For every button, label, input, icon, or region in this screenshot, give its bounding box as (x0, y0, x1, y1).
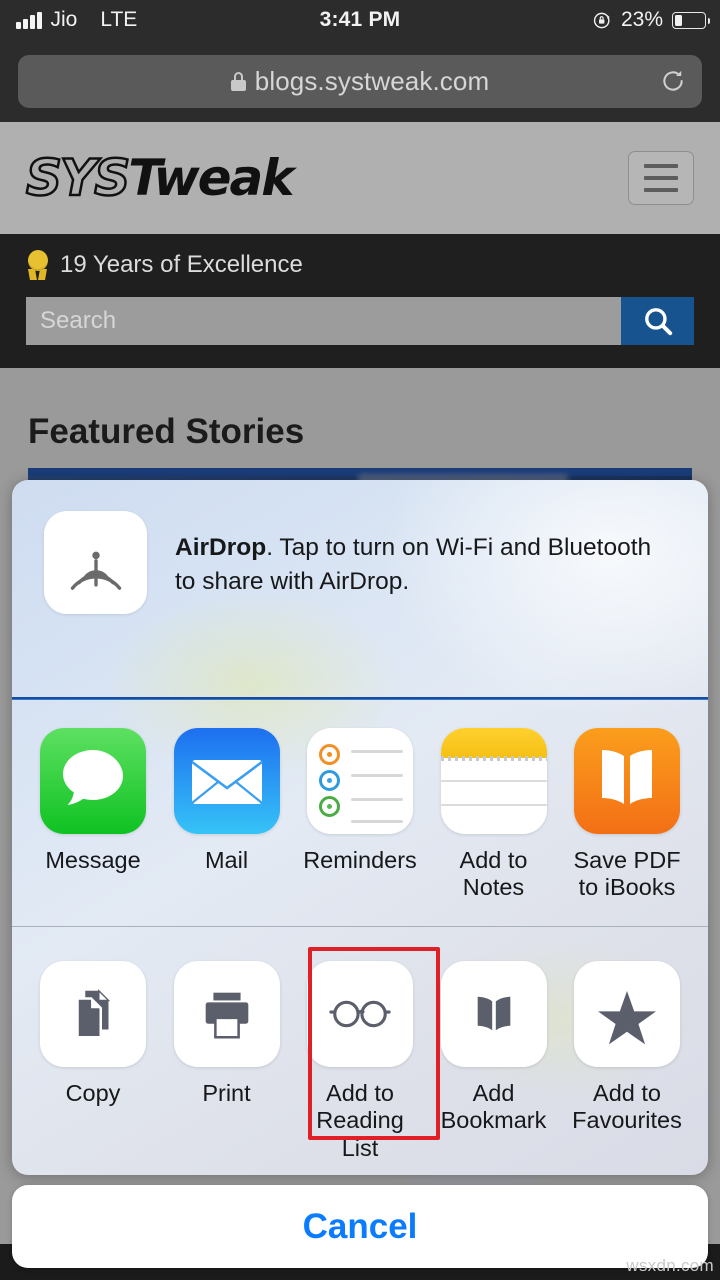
share-app-ibooks[interactable]: Save PDF to iBooks (564, 728, 690, 902)
systweak-logo[interactable]: SYSTweak (25, 152, 295, 205)
share-app-message[interactable]: Message (30, 728, 156, 874)
star-icon (574, 961, 680, 1067)
share-app-row: Message Mail Reminders Add to Notes Save… (12, 699, 708, 926)
airdrop-title: AirDrop (175, 534, 267, 561)
page-title: Featured Stories (28, 412, 305, 451)
share-action-bookmark[interactable]: Add Bookmark (431, 961, 557, 1135)
open-book-icon (440, 961, 547, 1067)
search-icon (644, 308, 672, 336)
medal-icon (26, 250, 50, 280)
browser-url-bar: blogs.systweak.com (0, 40, 720, 122)
share-app-reminders[interactable]: Reminders (297, 728, 423, 874)
battery-icon (672, 11, 710, 29)
share-action-label: Print (202, 1080, 251, 1106)
mail-app-icon (173, 728, 280, 834)
notes-app-icon (440, 728, 547, 834)
rotation-lock-icon (593, 12, 610, 28)
share-action-copy[interactable]: Copy (30, 961, 156, 1107)
printer-icon (173, 961, 280, 1067)
share-app-label: Add to Notes (459, 847, 528, 901)
phone-screen: Jio LTE 3:41 PM 23% blogs.systweak.com S… (0, 0, 720, 1280)
reminders-app-icon (307, 728, 413, 834)
hamburger-menu-icon[interactable] (628, 151, 694, 205)
share-app-label: Mail (204, 847, 249, 873)
share-app-label: Message (45, 847, 141, 873)
watermark: wsxdn.com (626, 1256, 714, 1275)
messages-app-icon (40, 728, 146, 834)
share-action-favourites[interactable]: Add to Favourites (564, 961, 690, 1135)
share-action-reading-list[interactable]: Add to Reading List (297, 961, 423, 1162)
share-app-label: Save PDF to iBooks (573, 847, 681, 901)
search-button[interactable] (621, 297, 694, 345)
copy-icon (40, 961, 146, 1067)
share-sheet: AirDrop. Tap to turn on Wi-Fi and Blueto… (12, 480, 708, 1175)
share-app-notes[interactable]: Add to Notes (431, 728, 557, 902)
search-bar (26, 297, 694, 345)
excellence-label: 19 Years of Excellence (60, 251, 303, 278)
airdrop-icon (44, 511, 147, 614)
share-action-label: Add to Favourites (572, 1080, 682, 1134)
url-text: blogs.systweak.com (254, 65, 490, 96)
status-bar-right: 23% (593, 8, 720, 32)
logo-sys-text: SYS (25, 149, 132, 207)
reload-icon[interactable] (660, 68, 686, 94)
glasses-icon (307, 961, 413, 1067)
share-action-label: Add Bookmark (440, 1080, 547, 1134)
site-header: SYSTweak (0, 122, 720, 234)
share-action-label: Add to Reading List (316, 1080, 404, 1161)
promo-bar: 19 Years of Excellence (0, 234, 720, 368)
share-app-label: Reminders (303, 847, 417, 873)
url-input[interactable]: blogs.systweak.com (18, 54, 702, 108)
search-input[interactable] (26, 297, 621, 345)
share-action-print[interactable]: Print (164, 961, 290, 1107)
ibooks-app-icon (574, 728, 680, 834)
logo-tweak-text: Tweak (128, 149, 294, 207)
airdrop-row[interactable]: AirDrop. Tap to turn on Wi-Fi and Blueto… (12, 480, 708, 697)
share-app-mail[interactable]: Mail (164, 728, 290, 874)
cancel-label: Cancel (302, 1206, 418, 1246)
battery-percent-label: 23% (620, 8, 663, 31)
cancel-button[interactable]: Cancel (12, 1185, 708, 1268)
status-bar: Jio LTE 3:41 PM 23% (0, 0, 720, 40)
airdrop-description: AirDrop. Tap to turn on Wi-Fi and Blueto… (175, 511, 674, 598)
excellence-tagline: 19 Years of Excellence (26, 250, 694, 280)
share-action-label: Copy (65, 1080, 121, 1106)
lock-icon (230, 71, 246, 91)
share-action-row: Copy Print Add to Reading List Add Bookm… (12, 927, 708, 1175)
